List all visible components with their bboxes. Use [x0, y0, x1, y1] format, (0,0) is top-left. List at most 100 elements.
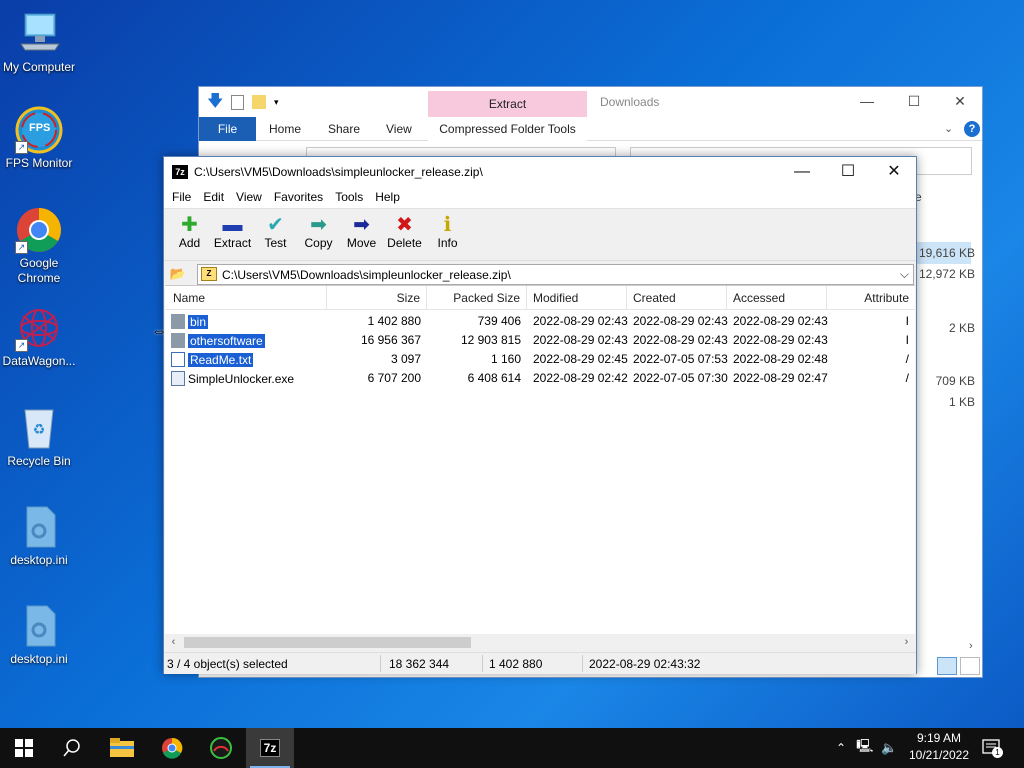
toolbar-test-button[interactable]: ✔ Test: [254, 209, 297, 260]
minimize-button[interactable]: —: [779, 157, 825, 187]
desktop-icon-recycle-bin[interactable]: ♻ Recycle Bin: [0, 404, 78, 469]
network-icon[interactable]: 🖳: [856, 737, 873, 759]
desktop-icon-fps-monitor[interactable]: FPS ↗ FPS Monitor: [0, 106, 78, 171]
close-button[interactable]: ✕: [871, 157, 917, 187]
menu-view[interactable]: View: [230, 187, 268, 208]
windows-logo-icon: [15, 739, 33, 757]
desktop-icon-google-chrome[interactable]: ↗ Google Chrome: [0, 206, 78, 286]
move-arrow-icon: ➡: [353, 214, 370, 236]
scroll-thumb[interactable]: [184, 637, 471, 648]
scroll-right-arrow[interactable]: ›: [898, 634, 915, 651]
toolbar-copy-button[interactable]: ➡ Copy: [297, 209, 340, 260]
cell-modified: 2022-08-29 02:43: [533, 333, 628, 347]
table-row[interactable]: bin 1 402 880 739 406 2022-08-29 02:43 2022-…: [165, 312, 915, 331]
toolbar-add-button[interactable]: ✚ Add: [168, 209, 211, 260]
large-icons-view-icon[interactable]: [960, 657, 980, 675]
extract-contextual-tab[interactable]: Extract: [428, 91, 587, 118]
tab-share[interactable]: Share: [328, 117, 360, 141]
desktop-icon-desktop-ini-2[interactable]: desktop.ini: [0, 602, 78, 667]
toolbar-delete-button[interactable]: ✖ Delete: [383, 209, 426, 260]
explorer-titlebar[interactable]: 🡇 ▾ Extract Downloads — ☐ ✕: [199, 87, 983, 118]
svg-text:♻: ♻: [33, 421, 46, 437]
clock-time: 9:19 AM: [916, 731, 962, 745]
datawagon-icon: ↗: [15, 304, 63, 352]
toolbar-move-button[interactable]: ➡ Move: [340, 209, 383, 260]
status-packed-size: 1 402 880: [489, 657, 543, 671]
column-modified[interactable]: Modified: [527, 286, 627, 310]
properties-icon[interactable]: [231, 94, 244, 110]
settings-file-icon: [15, 602, 63, 650]
toolbar-label: Add: [178, 236, 201, 250]
tab-view[interactable]: View: [386, 117, 412, 141]
notification-count-badge: 1: [992, 747, 1003, 758]
7zip-window[interactable]: 7z C:\Users\VM5\Downloads\simpleunlocker…: [163, 156, 917, 674]
7zip-titlebar[interactable]: 7z C:\Users\VM5\Downloads\simpleunlocker…: [164, 157, 916, 187]
tab-file[interactable]: File: [199, 117, 256, 141]
minimize-button[interactable]: —: [844, 91, 890, 113]
ribbon-expand-icon[interactable]: ⌄: [944, 122, 953, 135]
up-folder-icon[interactable]: 📂: [169, 265, 187, 283]
size-value: 2 KB: [948, 321, 975, 335]
tab-compressed-folder-tools[interactable]: Compressed Folder Tools: [428, 117, 587, 141]
column-packed-size[interactable]: Packed Size: [427, 286, 527, 310]
column-created[interactable]: Created: [627, 286, 727, 310]
column-size[interactable]: Size: [327, 286, 427, 310]
check-icon: ✔: [267, 214, 284, 236]
customize-dropdown-icon[interactable]: ▾: [274, 97, 279, 108]
desktop-icon-desktop-ini-1[interactable]: desktop.ini: [0, 503, 78, 568]
column-attributes[interactable]: Attribute: [827, 286, 915, 310]
fps-monitor-icon: [210, 737, 232, 759]
menu-help[interactable]: Help: [369, 187, 406, 208]
scroll-right-arrow[interactable]: ›: [969, 640, 973, 652]
start-button[interactable]: [0, 728, 48, 768]
help-icon[interactable]: ?: [964, 121, 980, 137]
toolbar-info-button[interactable]: ℹ Info: [426, 209, 469, 260]
list-header: Name Size Packed Size Modified Created A…: [165, 286, 915, 310]
new-folder-icon[interactable]: [252, 95, 266, 109]
desktop-icon-datawagon[interactable]: ↗ DataWagon...: [0, 304, 78, 369]
tab-home[interactable]: Home: [269, 117, 301, 141]
horizontal-scrollbar[interactable]: ‹ ›: [165, 634, 915, 651]
maximize-button[interactable]: ☐: [891, 91, 937, 113]
desktop-icon-my-computer[interactable]: My Computer: [0, 10, 78, 75]
volume-icon[interactable]: 🔈: [881, 740, 897, 756]
taskbar-chrome[interactable]: [148, 728, 196, 768]
search-button[interactable]: [48, 728, 96, 768]
path-combobox[interactable]: Z C:\Users\VM5\Downloads\simpleunlocker_…: [197, 264, 914, 285]
scroll-left-arrow[interactable]: ‹: [165, 634, 182, 651]
clock[interactable]: 9:19 AM 10/21/2022: [904, 730, 974, 764]
cell-modified: 2022-08-29 02:42: [533, 371, 628, 385]
exe-file-icon: [171, 371, 185, 386]
cell-attr: I: [905, 314, 909, 328]
menu-favorites[interactable]: Favorites: [268, 187, 329, 208]
status-modified: 2022-08-29 02:43:32: [589, 657, 701, 671]
table-row[interactable]: ReadMe.txt 3 097 1 160 2022-08-29 02:45 2022…: [165, 350, 915, 369]
cell-accessed: 2022-08-29 02:43: [733, 333, 828, 347]
column-accessed[interactable]: Accessed: [727, 286, 827, 310]
taskbar-7zip[interactable]: 7z: [246, 728, 294, 768]
details-view-icon[interactable]: [937, 657, 957, 675]
system-tray: ⌃ 🖳 🔈: [836, 728, 898, 768]
chevron-down-icon[interactable]: ⌵: [900, 267, 909, 282]
zip-archive-icon: Z: [201, 267, 217, 281]
toolbar-extract-button[interactable]: ▬ Extract: [211, 209, 254, 260]
taskbar-file-explorer[interactable]: [98, 728, 146, 768]
menu-file[interactable]: File: [166, 187, 197, 208]
delete-x-icon: ✖: [396, 214, 413, 236]
action-center-button[interactable]: 1: [982, 738, 1003, 758]
table-row[interactable]: othersoftware 16 956 367 12 903 815 2022-08…: [165, 331, 915, 350]
column-name[interactable]: Name: [165, 286, 327, 310]
size-value: 19,616 KB: [918, 246, 975, 260]
table-row[interactable]: SimpleUnlocker.exe 6 707 200 6 408 614 2022…: [165, 369, 915, 388]
close-button[interactable]: ✕: [937, 91, 983, 113]
down-arrow-icon[interactable]: 🡇: [207, 94, 223, 110]
taskbar-fps-monitor[interactable]: [197, 728, 245, 768]
menu-edit[interactable]: Edit: [197, 187, 230, 208]
status-divider: [380, 655, 381, 672]
recycle-bin-icon: ♻: [15, 404, 63, 452]
menu-tools[interactable]: Tools: [329, 187, 369, 208]
file-list[interactable]: Name Size Packed Size Modified Created A…: [165, 285, 915, 634]
maximize-button[interactable]: ☐: [825, 157, 871, 187]
show-hidden-icons-chevron[interactable]: ⌃: [836, 741, 846, 755]
chrome-icon: ↗: [15, 206, 63, 254]
